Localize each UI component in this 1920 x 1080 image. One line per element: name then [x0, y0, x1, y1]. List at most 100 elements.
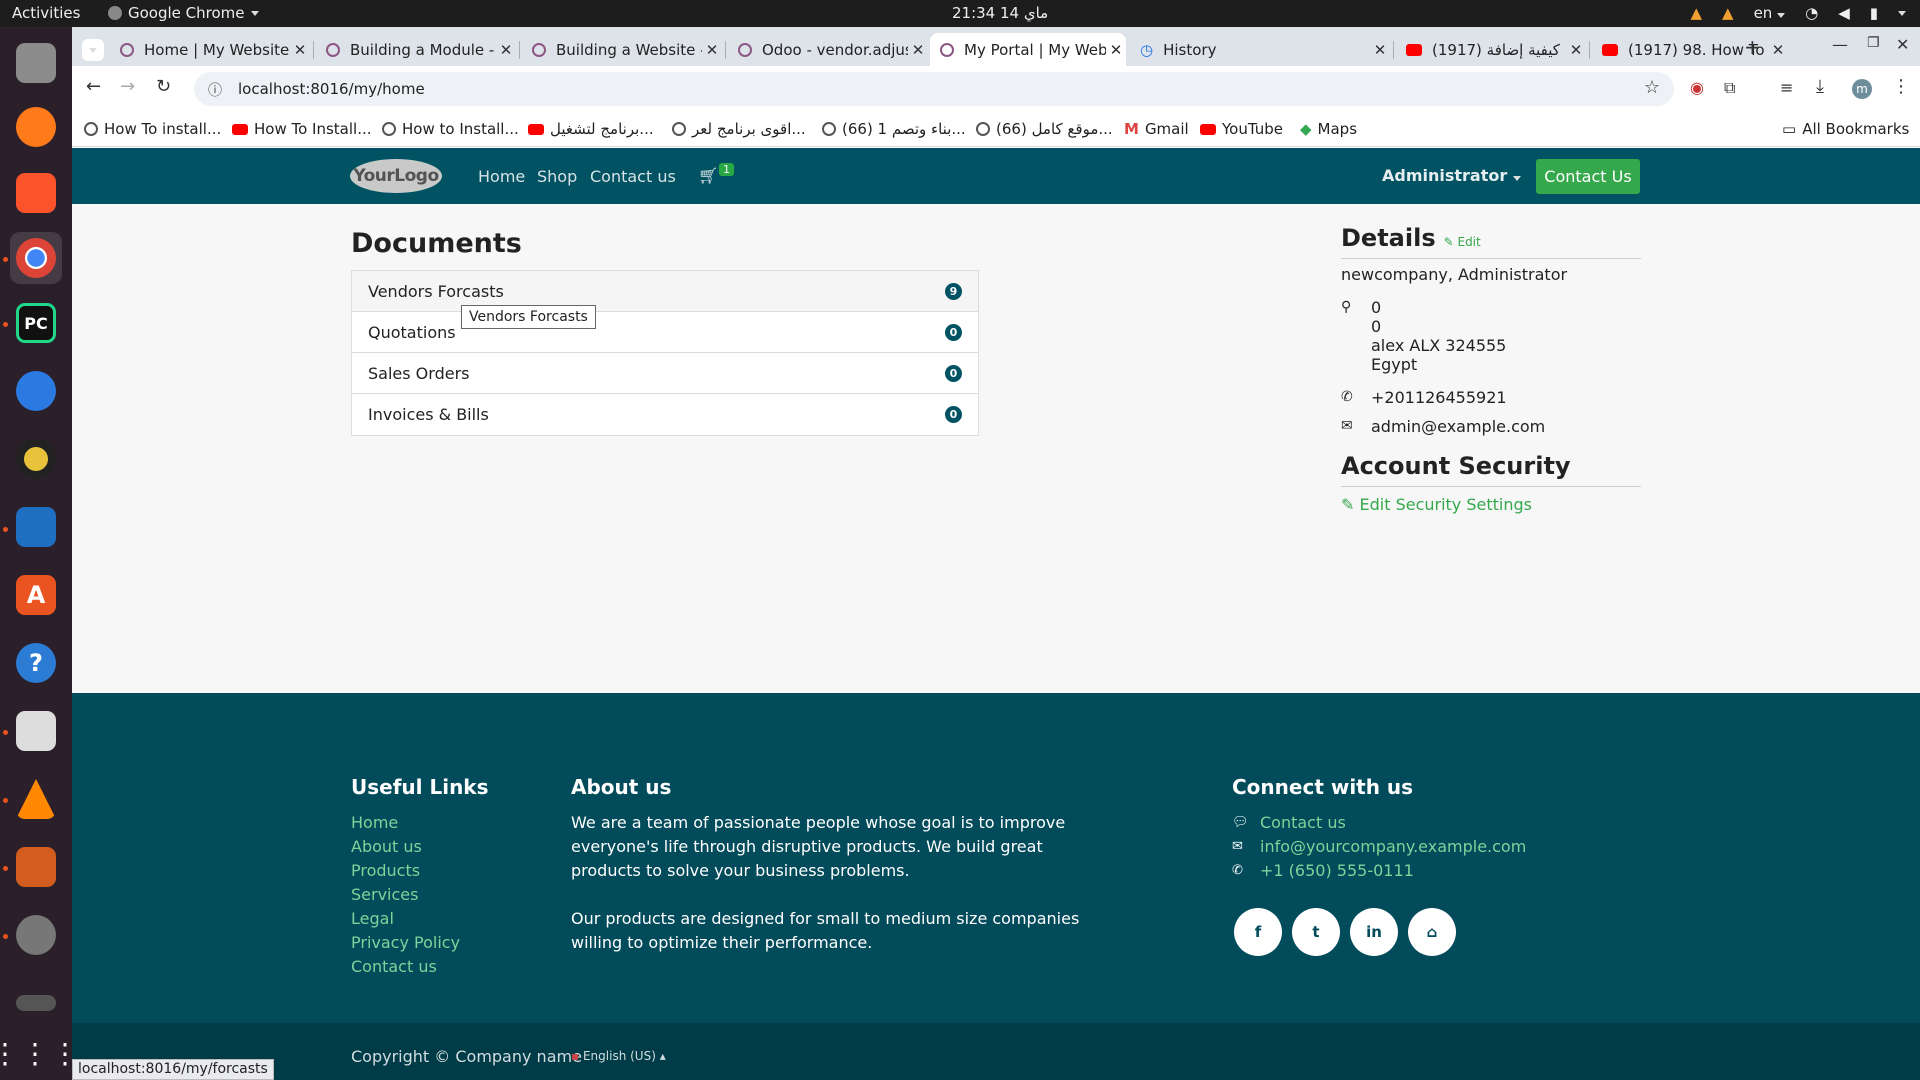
tab-building-website[interactable]: Building a Website - ✕ [522, 33, 722, 66]
tab-my-portal[interactable]: My Portal | My Web ✕ [930, 33, 1126, 66]
menu-icon[interactable]: ⋮ [1892, 76, 1910, 97]
connect-contact-link[interactable]: Contact us [1260, 811, 1346, 835]
footer-link-legal[interactable]: Legal [351, 907, 460, 931]
connect-phone-link[interactable]: +1 (650) 555-0111 [1260, 859, 1414, 883]
website-viewport: YourLogo Home Shop Contact us 🛒︎ 1 Admin… [72, 148, 1920, 1080]
linkedin-icon[interactable]: in [1350, 908, 1398, 956]
vlc-icon[interactable] [10, 773, 62, 825]
globe-icon [672, 122, 686, 136]
documents-title: Documents [351, 228, 522, 259]
close-window-button[interactable]: ✕ [1896, 35, 1909, 54]
close-icon[interactable]: ✕ [908, 41, 928, 59]
envelope-icon: ✉ [1232, 839, 1243, 854]
maximize-button[interactable]: ❐ [1867, 35, 1880, 51]
footer-link-privacy[interactable]: Privacy Policy [351, 931, 460, 955]
footer-link-home[interactable]: Home [351, 811, 460, 835]
close-icon[interactable]: ✕ [702, 41, 722, 59]
phone-icon: ✆ [1232, 863, 1243, 878]
nav-home[interactable]: Home [478, 167, 525, 186]
software-center-icon[interactable]: A [10, 569, 62, 621]
reload-icon[interactable]: ↻ [156, 76, 171, 97]
close-icon[interactable]: ✕ [1768, 41, 1788, 59]
tab-youtube-1[interactable]: (1917) كيفية إضافة ✕ [1396, 33, 1586, 66]
close-icon[interactable]: ✕ [290, 41, 310, 59]
contact-us-button[interactable]: Contact Us [1536, 159, 1640, 194]
minimize-button[interactable]: — [1832, 35, 1848, 54]
bookmark-item[interactable]: برنامج لتشغيل... [528, 120, 654, 138]
impress-icon[interactable] [10, 841, 62, 893]
doc-row-vendors-forcasts[interactable]: Vendors Forcasts 9 [352, 271, 978, 312]
bookmark-item[interactable]: اقوى برنامج لعر... [672, 120, 806, 138]
tab-building-module[interactable]: Building a Module - ✕ [316, 33, 516, 66]
clock[interactable]: 21:34 14 ماي [952, 4, 1048, 22]
bookmark-item[interactable]: (66) 1 بناء وتصم... [822, 120, 966, 138]
footer-link-services[interactable]: Services [351, 883, 460, 907]
tab-history[interactable]: ◷ History ✕ [1130, 33, 1390, 66]
bookmark-item[interactable]: How To install... [84, 120, 221, 138]
bookmark-maps[interactable]: ◆ Maps [1300, 120, 1357, 138]
close-icon[interactable]: ✕ [1566, 41, 1586, 59]
screenshot-icon[interactable]: ◉ [1690, 78, 1704, 97]
facebook-icon[interactable]: f [1234, 908, 1282, 956]
address-bar[interactable]: ⓘ localhost:8016/my/home ☆ [194, 72, 1674, 106]
activities-button[interactable]: Activities [12, 4, 80, 22]
cart-icon[interactable]: 🛒︎ [698, 166, 718, 185]
help-icon[interactable]: ? [10, 637, 62, 689]
thunderbird-icon[interactable] [10, 365, 62, 417]
doc-row-quotations[interactable]: Quotations 0 [352, 312, 978, 353]
site-logo[interactable]: YourLogo [350, 159, 442, 193]
twitter-icon[interactable]: t [1292, 908, 1340, 956]
profile-avatar[interactable]: m [1852, 79, 1872, 99]
footer-link-products[interactable]: Products [351, 859, 460, 883]
show-apps-icon[interactable]: ⋮⋮⋮ [0, 1027, 79, 1079]
download-icon[interactable]: ⤓ [1816, 76, 1824, 97]
edit-details-link[interactable]: ✎ Edit [1444, 235, 1481, 249]
app-menu[interactable]: Google Chrome [108, 4, 259, 22]
doc-row-sales-orders[interactable]: Sales Orders 0 [352, 353, 978, 394]
bookmark-youtube[interactable]: YouTube [1200, 120, 1283, 138]
doc-row-invoices-bills[interactable]: Invoices & Bills 0 [352, 394, 978, 435]
bookmark-item[interactable]: How To Install... [232, 120, 372, 138]
close-icon[interactable]: ✕ [496, 41, 516, 59]
back-icon[interactable]: ← [86, 76, 101, 97]
home-icon[interactable]: ⌂ [1408, 908, 1456, 956]
pycharm-icon[interactable]: PC [10, 297, 62, 349]
footer-link-contact[interactable]: Contact us [351, 955, 460, 979]
media-icon[interactable]: ≡ [1780, 78, 1793, 97]
document-viewer-icon[interactable] [10, 705, 62, 757]
comment-icon: 💬︎ [1232, 815, 1249, 830]
disk-icon[interactable] [10, 909, 62, 961]
all-bookmarks[interactable]: ▭ All Bookmarks [1782, 120, 1909, 138]
connect-email-link[interactable]: info@yourcompany.example.com [1260, 835, 1526, 859]
brave-icon[interactable] [10, 167, 62, 219]
chrome-icon[interactable] [10, 232, 62, 284]
language-indicator[interactable]: en [1754, 4, 1786, 22]
extensions-icon[interactable]: ⧉ [1724, 78, 1735, 98]
close-icon[interactable]: ✕ [1106, 41, 1126, 59]
new-tab-button[interactable]: + [1744, 35, 1761, 59]
envelope-icon: ✉ [1341, 418, 1353, 434]
files-icon[interactable] [10, 37, 62, 89]
writer-icon[interactable] [10, 501, 62, 553]
bookmark-gmail[interactable]: M Gmail [1124, 120, 1189, 138]
nav-shop[interactable]: Shop [537, 167, 577, 186]
forward-icon[interactable]: → [120, 76, 135, 97]
phone-row: ✆ +201126455921 [1341, 388, 1507, 407]
rhythmbox-icon[interactable] [10, 433, 62, 485]
site-info-icon[interactable]: ⓘ [208, 80, 222, 100]
user-menu[interactable]: Administrator [1382, 166, 1521, 185]
bookmark-star-icon[interactable]: ☆ [1644, 77, 1660, 98]
nav-contact-us[interactable]: Contact us [590, 167, 676, 186]
edit-security-settings-link[interactable]: ✎ Edit Security Settings [1341, 495, 1641, 514]
bookmark-item[interactable]: How to Install... [382, 120, 519, 138]
tab-search-icon[interactable] [82, 39, 104, 61]
system-tray[interactable]: ▲ ▲ en ◔ ◀ ▮ [1690, 4, 1906, 22]
bookmark-item[interactable]: (66) موقع كامل... [976, 120, 1113, 138]
close-icon[interactable]: ✕ [1370, 41, 1390, 59]
firefox-icon[interactable] [10, 101, 62, 153]
tab-odoo-vendor[interactable]: Odoo - vendor.adjust ✕ [728, 33, 928, 66]
tab-home[interactable]: Home | My Website ✕ [110, 33, 310, 66]
footer-link-about[interactable]: About us [351, 835, 460, 859]
drive-icon[interactable] [10, 977, 62, 1029]
language-selector[interactable]: ▪ English (US) ▴ [571, 1049, 666, 1063]
